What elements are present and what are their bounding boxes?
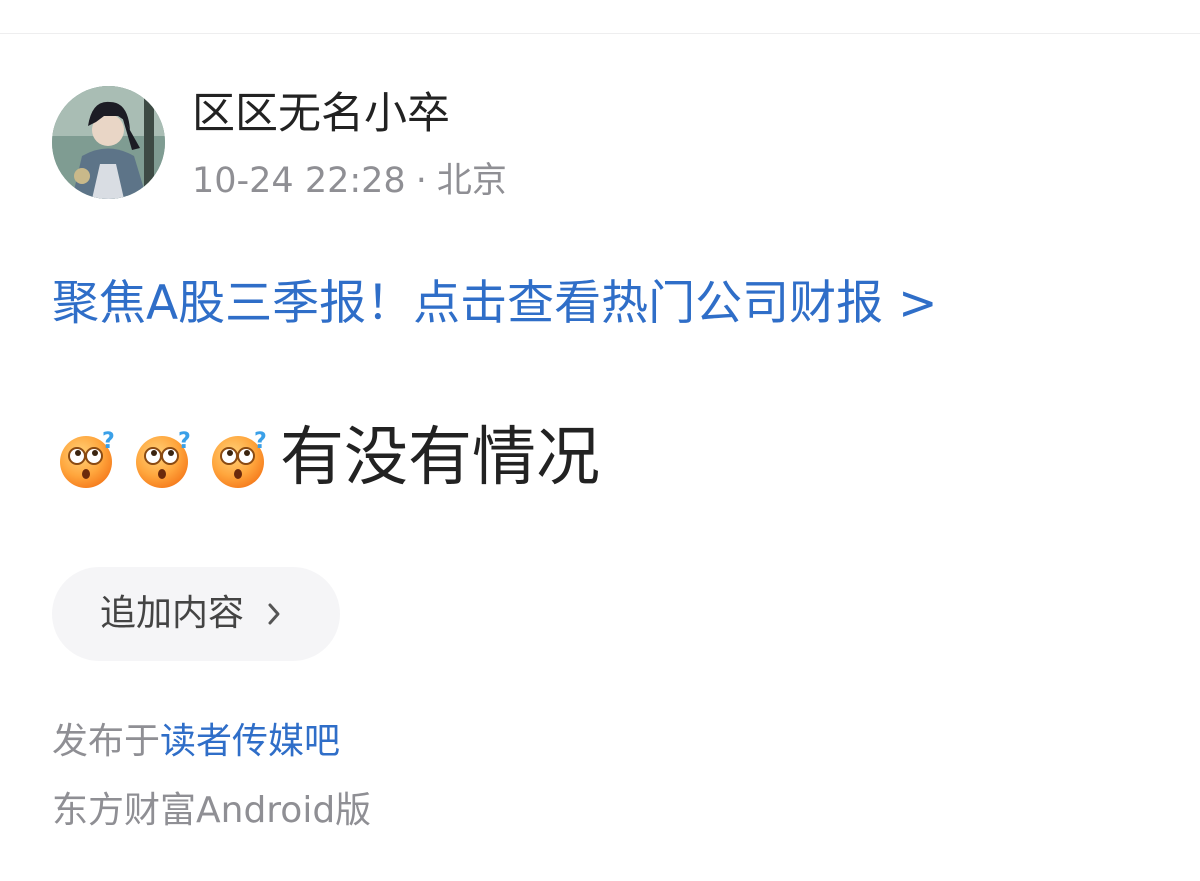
svg-text:?: ? <box>102 429 115 454</box>
thinking-emoji-icon: ? <box>212 429 267 488</box>
bar-link[interactable]: 读者传媒吧 <box>160 721 340 762</box>
meta-separator: · <box>415 161 427 201</box>
client-source: 东方财富Android版 <box>52 790 372 831</box>
post-location: 北京 <box>436 161 507 201</box>
posted-in-prefix: 发布于 <box>52 721 161 762</box>
top-divider <box>0 33 1200 34</box>
thinking-emoji-icon: ? <box>136 429 191 488</box>
post-meta: 10-24 22:28 · 北京 <box>192 157 507 205</box>
earnings-promo-link[interactable]: 聚焦A股三季报！点击查看热门公司财报 > <box>52 272 937 336</box>
chevron-right-icon <box>268 603 280 625</box>
thinking-emoji-icon: ? <box>60 429 115 488</box>
svg-text:?: ? <box>254 429 267 454</box>
post-detail-page: 区区无名小卒 10-24 22:28 · 北京 聚焦A股三季报！点击查看热门公司财报… <box>0 0 1200 881</box>
posted-in: 发布于读者传媒吧 <box>52 718 340 766</box>
post-time: 10-24 22:28 <box>192 161 406 201</box>
post-content: ? ? ? 有没有情况 <box>56 418 600 498</box>
author-avatar[interactable] <box>52 86 165 199</box>
append-content-button[interactable]: 追加内容 <box>52 567 340 661</box>
post-text: 有没有情况 <box>280 421 600 495</box>
append-content-label: 追加内容 <box>100 593 245 634</box>
author-name[interactable]: 区区无名小卒 <box>192 86 450 142</box>
svg-text:?: ? <box>178 429 191 454</box>
